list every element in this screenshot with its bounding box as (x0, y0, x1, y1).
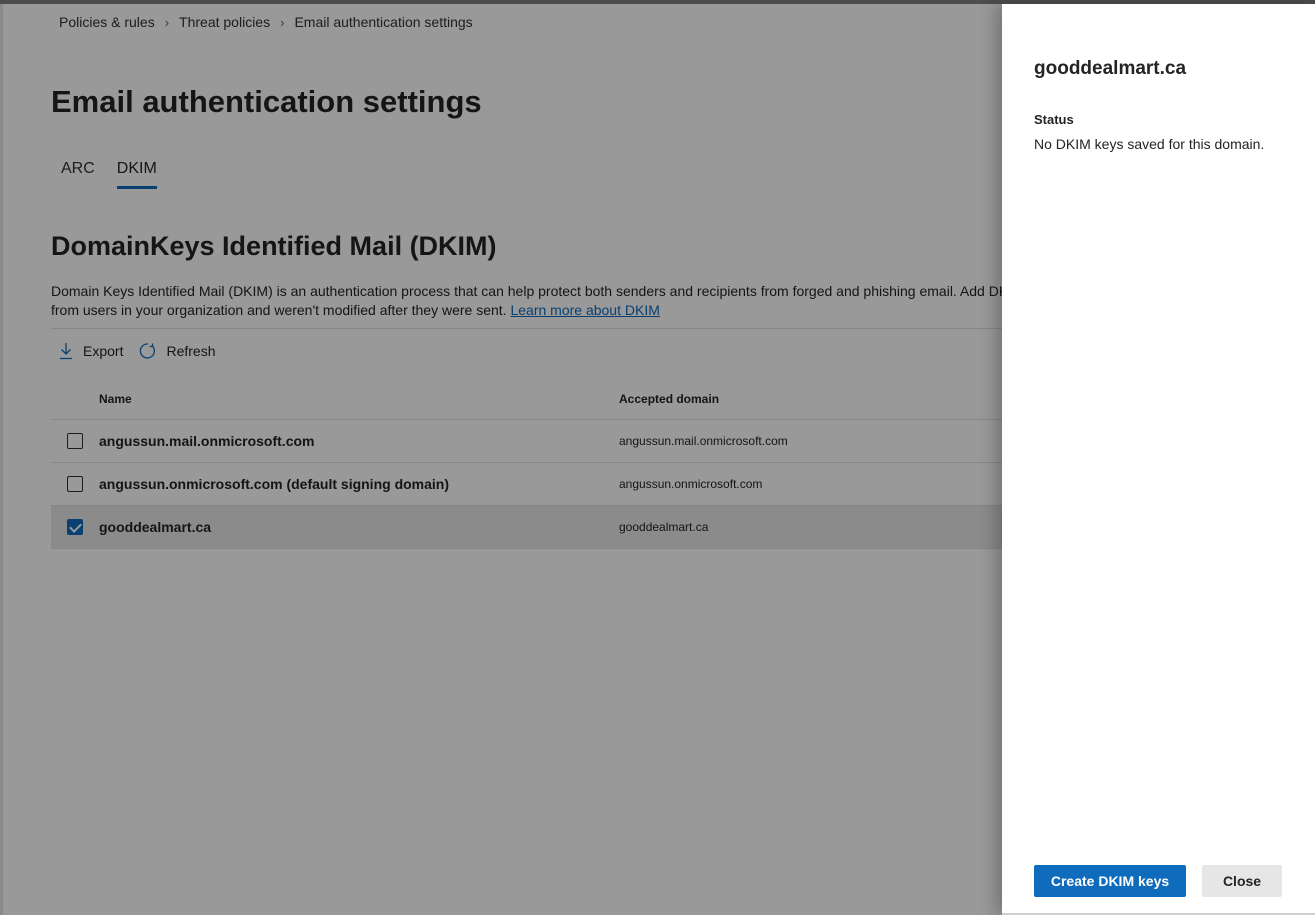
window-left-edge (0, 4, 3, 915)
status-value: No DKIM keys saved for this domain. (1034, 136, 1265, 152)
modal-overlay[interactable] (0, 4, 1002, 915)
details-panel: gooddealmart.ca Status No DKIM keys save… (1002, 4, 1315, 915)
create-dkim-keys-button[interactable]: Create DKIM keys (1034, 865, 1186, 897)
close-button[interactable]: Close (1202, 865, 1282, 897)
panel-title: gooddealmart.ca (1034, 58, 1187, 79)
status-label: Status (1034, 112, 1074, 127)
